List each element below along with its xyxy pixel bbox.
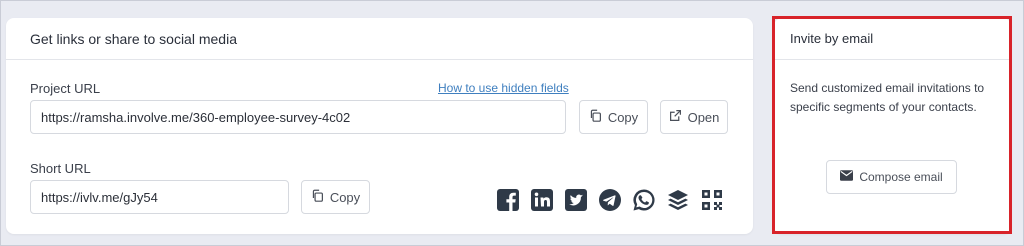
project-url-label: Project URL [30, 81, 101, 96]
copy-short-url-button[interactable]: Copy [301, 180, 370, 214]
open-project-url-button[interactable]: Open [660, 100, 728, 134]
hidden-fields-help-link[interactable]: How to use hidden fields [438, 81, 569, 95]
copy-icon [311, 189, 324, 205]
short-url-label: Short URL [30, 161, 91, 176]
open-label: Open [687, 109, 720, 125]
invite-email-card: Invite by email Send customized email in… [774, 18, 1011, 234]
invite-email-title: Invite by email [774, 18, 1011, 60]
envelope-icon [840, 170, 854, 184]
compose-email-button[interactable]: Compose email [826, 160, 957, 194]
copy-label: Copy [329, 189, 361, 205]
telegram-icon[interactable] [596, 187, 623, 214]
social-share-row [494, 187, 725, 213]
twitter-icon[interactable] [562, 187, 589, 214]
copy-project-url-button[interactable]: Copy [579, 100, 648, 134]
project-url-input[interactable]: https://ramsha.involve.me/360-employee-s… [30, 100, 566, 134]
qr-code-icon[interactable] [698, 187, 725, 214]
short-url-input[interactable]: https://ivlv.me/gJy54 [30, 180, 289, 214]
copy-icon [589, 109, 602, 125]
external-link-icon [669, 109, 682, 125]
whatsapp-icon[interactable] [630, 187, 657, 214]
copy-label: Copy [607, 109, 639, 125]
linkedin-icon[interactable] [528, 187, 555, 214]
share-links-card: Get links or share to social media Proje… [6, 18, 753, 234]
facebook-icon[interactable] [494, 187, 521, 214]
share-links-title: Get links or share to social media [6, 18, 753, 60]
compose-email-label: Compose email [859, 170, 943, 184]
invite-email-description: Send customized email invitations to spe… [790, 81, 985, 114]
buffer-icon[interactable] [664, 187, 691, 214]
